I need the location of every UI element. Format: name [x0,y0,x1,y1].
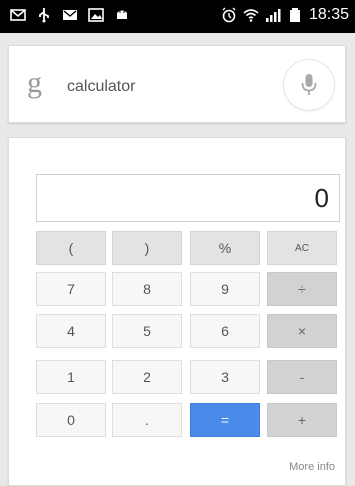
calculator-display: 0 [36,174,340,222]
key-add[interactable]: + [267,403,337,437]
alarm-icon [222,7,236,23]
key-2[interactable]: 2 [112,360,182,394]
key-4[interactable]: 4 [36,314,106,348]
calculator-card: 0 ( ) % AC 7 8 9 ÷ 4 5 6 × 1 2 3 - 0 . =… [8,137,346,486]
key-percent[interactable]: % [190,231,260,265]
key-decimal[interactable]: . [112,403,182,437]
google-logo: g [27,66,42,99]
key-all-clear[interactable]: AC [267,231,337,265]
signal-icon [265,9,281,22]
key-6[interactable]: 6 [190,314,260,348]
key-open-paren[interactable]: ( [36,231,106,265]
gmail-icon [63,10,77,20]
key-8[interactable]: 8 [112,272,182,306]
usb-icon [39,8,49,23]
notification-icons [10,7,130,23]
microphone-icon [301,74,317,95]
key-7[interactable]: 7 [36,272,106,306]
key-multiply[interactable]: × [267,314,337,348]
key-1[interactable]: 1 [36,360,106,394]
status-bar: 18:35 [0,0,355,33]
email-icon [10,9,26,21]
android-icon [117,10,127,19]
key-3[interactable]: 3 [190,360,260,394]
voice-search-button[interactable] [283,59,335,111]
key-5[interactable]: 5 [112,314,182,348]
more-info-link[interactable]: More info [289,461,335,473]
key-subtract[interactable]: - [267,360,337,394]
wifi-icon [243,9,259,22]
image-icon [88,8,104,22]
clock: 18:35 [308,6,349,23]
system-icons: 18:35 [221,6,349,24]
key-divide[interactable]: ÷ [267,272,337,306]
search-query[interactable]: calculator [67,78,135,96]
key-9[interactable]: 9 [190,272,260,306]
battery-icon [289,8,300,22]
search-bar[interactable]: g calculator [8,45,346,123]
key-all-clear-label: AC [295,242,309,254]
key-equals[interactable]: = [190,403,260,437]
display-value: 0 [314,183,329,213]
key-0[interactable]: 0 [36,403,106,437]
key-close-paren[interactable]: ) [112,231,182,265]
